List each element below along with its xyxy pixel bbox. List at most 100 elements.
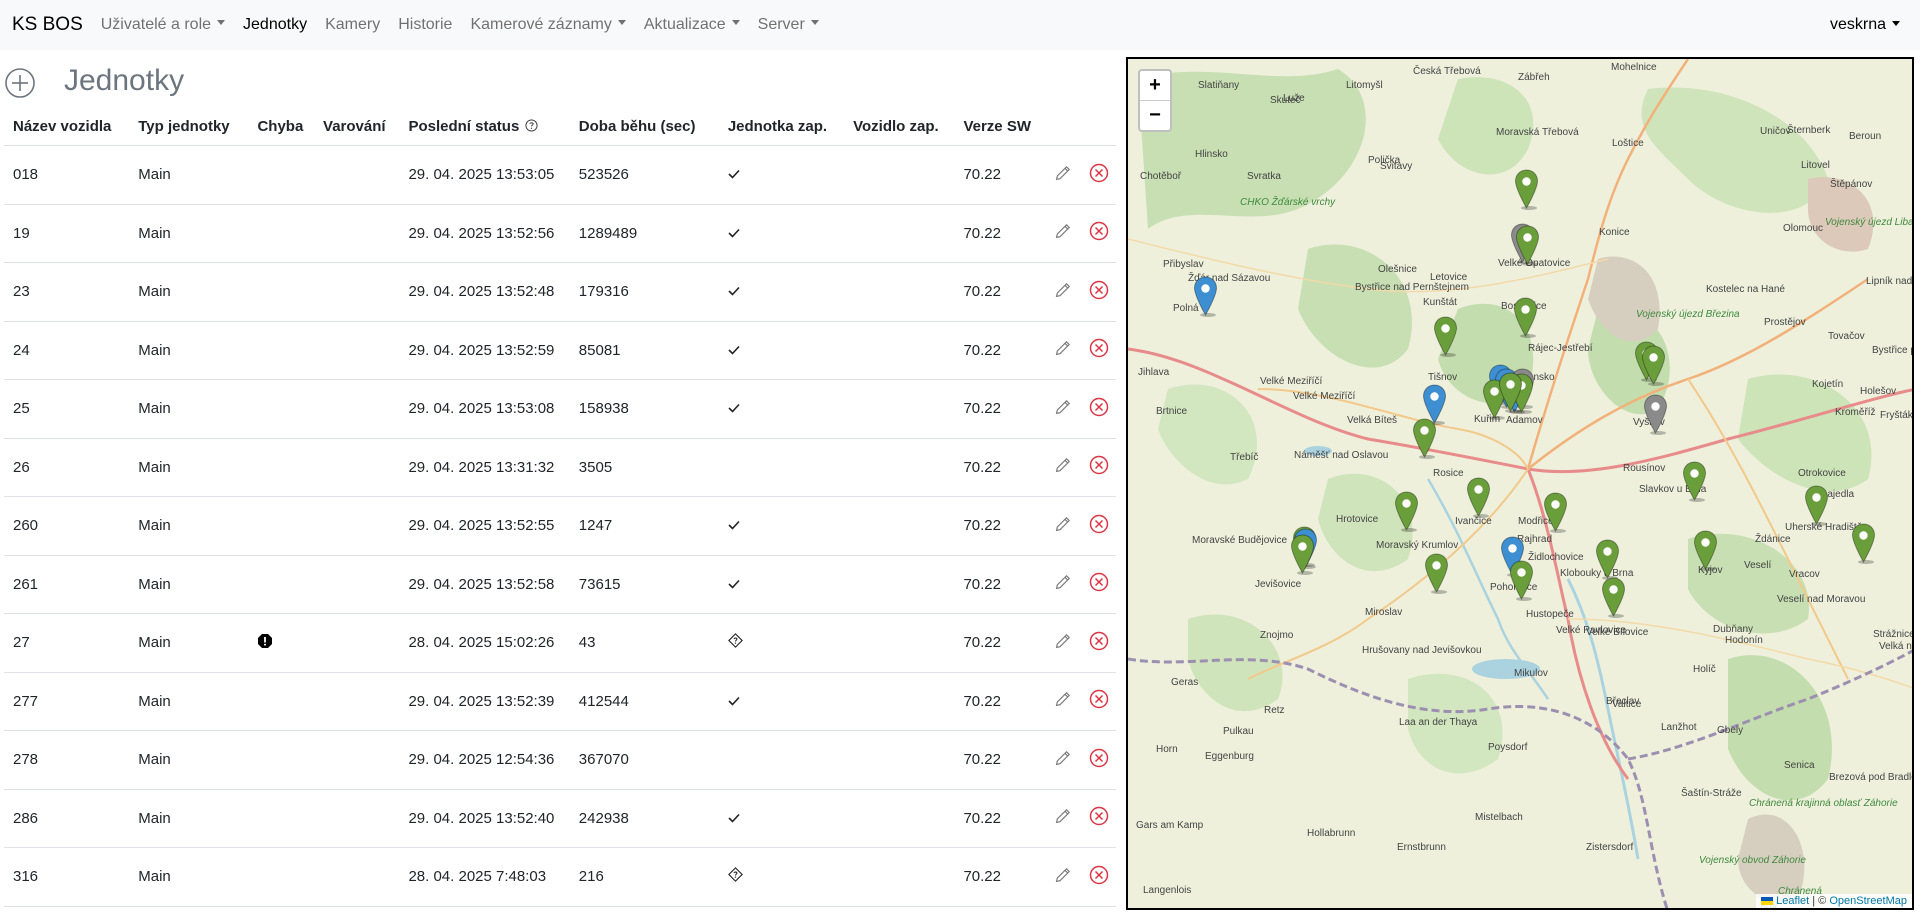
brand[interactable]: KS BOS <box>12 14 83 36</box>
nav-updates-label: Aktualizace <box>643 16 726 33</box>
edit-button[interactable] <box>1052 807 1074 829</box>
edit-button[interactable] <box>1052 690 1074 712</box>
table-row[interactable]: 316 Main 28. 04. 2025 7:48:03 216 70.22 <box>4 847 1116 907</box>
marker-green[interactable] <box>1595 539 1620 580</box>
table-row[interactable]: 26 Main 29. 04. 2025 13:31:32 3505 70.22 <box>4 437 1116 497</box>
map[interactable]: Slatiňany Luže Litomyšl Česká Třebová Zábřeh… <box>1126 57 1914 910</box>
nav-server[interactable]: Server <box>758 16 819 34</box>
delete-button[interactable] <box>1088 163 1110 187</box>
table-row[interactable]: 27 Main 28. 04. 2025 15:02:26 43 70.22 <box>4 613 1116 672</box>
marker-green[interactable] <box>1466 477 1491 518</box>
error-octagon-icon <box>257 633 273 653</box>
cell-warning <box>314 788 400 848</box>
marker-green[interactable] <box>1498 372 1523 413</box>
marker-green[interactable] <box>1851 523 1876 564</box>
delete-button[interactable] <box>1088 456 1110 478</box>
map-town-label: Veselí nad Moravou <box>1777 594 1866 605</box>
edit-button[interactable] <box>1052 456 1074 478</box>
marker-grey[interactable] <box>1643 394 1668 435</box>
nav-camera-records[interactable]: Kamerové záznamy <box>470 16 626 34</box>
table-row[interactable]: 260 Main 29. 04. 2025 13:52:55 1247 70.22 <box>4 496 1116 555</box>
edit-button[interactable] <box>1052 281 1074 303</box>
nav-users-roles[interactable]: Uživatelé a role <box>101 16 226 34</box>
delete-button[interactable] <box>1088 690 1110 712</box>
col-unit-type[interactable]: Typ jednotky <box>129 107 248 146</box>
delete-button[interactable] <box>1088 865 1110 888</box>
leaflet-link[interactable]: Leaflet <box>1776 895 1809 907</box>
cell-unit-on <box>718 554 845 614</box>
col-error[interactable]: Chyba <box>248 107 314 146</box>
edit-button[interactable] <box>1052 866 1074 888</box>
delete-button[interactable] <box>1088 280 1110 303</box>
delete-circle-icon <box>1089 514 1109 538</box>
table-row[interactable]: 277 Main 29. 04. 2025 13:52:39 412544 70.22 <box>4 671 1116 731</box>
pencil-icon <box>1055 633 1071 653</box>
question-circle-icon[interactable] <box>525 119 539 132</box>
edit-button[interactable] <box>1052 632 1074 654</box>
delete-button[interactable] <box>1088 339 1110 361</box>
col-warning[interactable]: Varování <box>314 107 399 146</box>
marker-green[interactable] <box>1693 530 1718 571</box>
nav-cameras[interactable]: Kamery <box>325 16 380 34</box>
map-town-label: Šaštín-Stráže <box>1681 788 1742 799</box>
marker-green[interactable] <box>1509 560 1534 601</box>
edit-button[interactable] <box>1052 749 1074 771</box>
user-menu[interactable]: veskrna <box>1830 0 1900 50</box>
col-sw-version[interactable]: Verze SW <box>954 107 1043 146</box>
cell-sw-version: 70.22 <box>954 203 1043 263</box>
table-row[interactable]: 25 Main 29. 04. 2025 13:53:08 158938 70.22 <box>4 379 1116 438</box>
marker-green[interactable] <box>1804 485 1829 526</box>
delete-button[interactable] <box>1088 631 1110 654</box>
table-row[interactable]: 278 Main 29. 04. 2025 12:54:36 367070 70.22 <box>4 730 1116 789</box>
edit-button[interactable] <box>1052 398 1074 420</box>
edit-button[interactable] <box>1052 164 1074 186</box>
marker-green[interactable] <box>1641 345 1666 386</box>
table-row[interactable]: 261 Main 29. 04. 2025 13:52:58 73615 70.22 <box>4 554 1116 614</box>
edit-button[interactable] <box>1052 222 1074 244</box>
table-row[interactable]: 24 Main 29. 04. 2025 13:52:59 85081 70.22 <box>4 320 1116 380</box>
chevron-down-icon <box>217 20 226 26</box>
edit-button[interactable] <box>1052 573 1074 595</box>
marker-green[interactable] <box>1433 316 1458 357</box>
col-vehicle-name[interactable]: Název vozidla <box>4 107 129 146</box>
marker-green[interactable] <box>1424 553 1449 594</box>
table-row[interactable]: 018 Main 29. 04. 2025 13:53:05 523526 70.22 <box>4 145 1116 204</box>
table-row[interactable]: 286 Main 29. 04. 2025 13:52:40 242938 70.22 <box>4 788 1116 848</box>
col-runtime[interactable]: Doba běhu (sec) <box>570 107 719 146</box>
osm-link[interactable]: OpenStreetMap <box>1829 895 1907 907</box>
delete-button[interactable] <box>1088 222 1110 244</box>
delete-button[interactable] <box>1088 397 1110 420</box>
nav-updates[interactable]: Aktualizace <box>644 16 740 34</box>
zoom-in-button[interactable]: + <box>1140 71 1170 100</box>
delete-circle-icon <box>1089 163 1109 187</box>
nav-history[interactable]: Historie <box>398 16 452 34</box>
col-vehicle-on[interactable]: Vozidlo zap. <box>844 107 954 146</box>
map-town-label: Rosice <box>1433 468 1464 479</box>
edit-button[interactable] <box>1052 339 1074 361</box>
col-last-status[interactable]: Poslední status <box>399 107 569 146</box>
marker-green[interactable] <box>1543 492 1568 533</box>
map-town-label: Litomyšl <box>1346 80 1383 91</box>
marker-blue[interactable] <box>1193 276 1218 317</box>
marker-green[interactable] <box>1601 577 1626 618</box>
add-unit-button[interactable] <box>4 67 36 99</box>
delete-button[interactable] <box>1088 748 1110 771</box>
zoom-out-button[interactable]: − <box>1140 100 1170 130</box>
edit-button[interactable] <box>1052 515 1074 537</box>
marker-green[interactable] <box>1682 461 1707 502</box>
delete-button[interactable] <box>1088 514 1110 538</box>
col-unit-on[interactable]: Jednotka zap. <box>719 107 844 146</box>
marker-green[interactable] <box>1515 225 1540 266</box>
delete-button[interactable] <box>1088 807 1110 829</box>
table-row[interactable]: 23 Main 29. 04. 2025 13:52:48 179316 70.22 <box>4 262 1116 321</box>
marker-green[interactable] <box>1514 169 1539 210</box>
table-row[interactable]: 19 Main 29. 04. 2025 13:52:56 1289489 70.22 <box>4 203 1116 263</box>
marker-green[interactable] <box>1290 534 1315 575</box>
cell-vehicle-on <box>844 788 955 848</box>
delete-button[interactable] <box>1088 573 1110 595</box>
marker-green[interactable] <box>1394 491 1419 532</box>
marker-green[interactable] <box>1412 418 1437 459</box>
nav-units[interactable]: Jednotky <box>243 16 307 34</box>
marker-green[interactable] <box>1513 297 1538 338</box>
nav-cameras-label: Kamery <box>325 16 381 33</box>
